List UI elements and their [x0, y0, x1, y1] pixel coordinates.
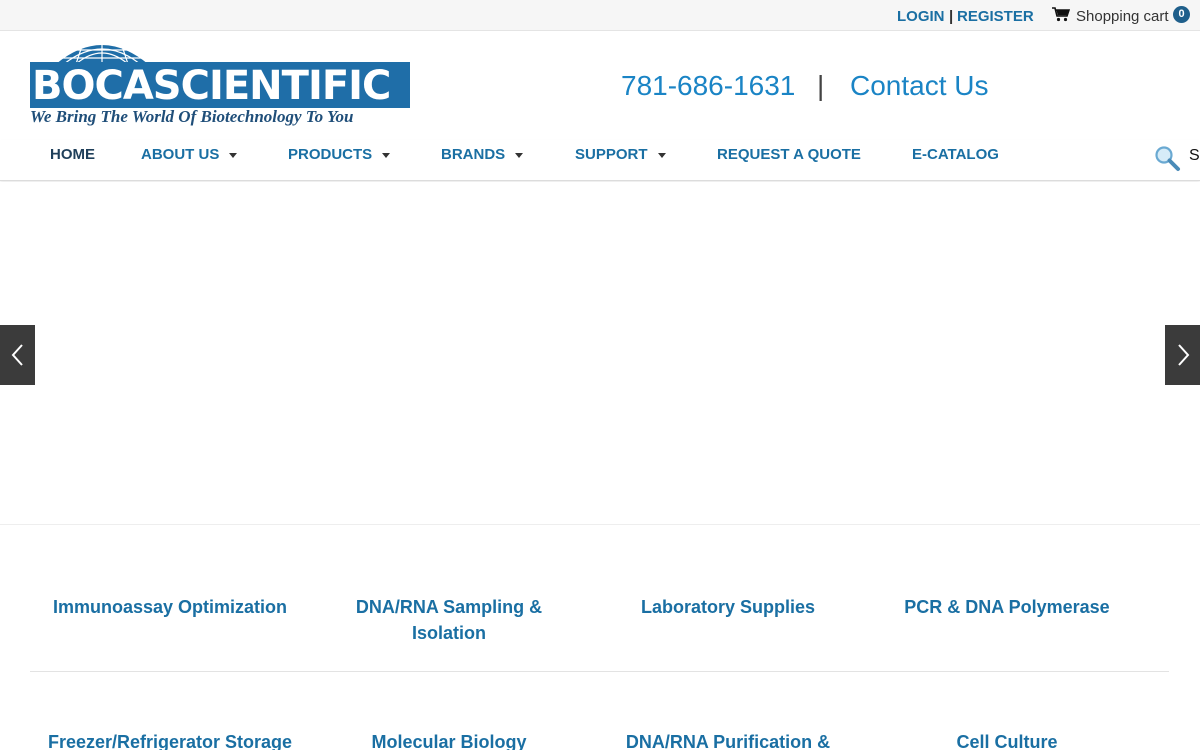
- nav-item-support[interactable]: SUPPORT: [575, 146, 666, 163]
- caret-down-icon: [515, 152, 524, 158]
- nav-item-label: BRANDS: [441, 146, 506, 163]
- slider-prev-button[interactable]: [0, 325, 35, 385]
- contact-us-link[interactable]: Contact Us: [850, 70, 989, 102]
- category-freezer-refrigerator-storage[interactable]: Freezer/Refrigerator Storage: [40, 729, 300, 750]
- nav-item-label: REQUEST A QUOTE: [717, 146, 861, 163]
- shopping-cart-link[interactable]: Shopping cart: [1076, 8, 1169, 25]
- slider-next-button[interactable]: [1165, 325, 1200, 385]
- category-row-divider: [30, 671, 1169, 672]
- top-utility-bar: LOGIN | REGISTER Shopping cart 0: [0, 0, 1200, 31]
- caret-down-icon: [382, 152, 391, 158]
- site-logo[interactable]: BOCASCIENTIFIC We Bring The World Of Bio…: [30, 36, 410, 126]
- magnifier-icon[interactable]: [1153, 144, 1181, 172]
- login-register-separator: |: [949, 8, 954, 25]
- nav-item-label: SUPPORT: [575, 146, 648, 163]
- category-laboratory-supplies[interactable]: Laboratory Supplies: [598, 594, 858, 620]
- register-link[interactable]: REGISTER: [957, 8, 1034, 25]
- category-molecular-biology[interactable]: Molecular Biology: [319, 729, 579, 750]
- logo-tagline: We Bring The World Of Biotechnology To Y…: [30, 107, 354, 126]
- category-immunoassay-optimization[interactable]: Immunoassay Optimization: [40, 594, 300, 620]
- nav-item-label: ABOUT US: [141, 146, 220, 163]
- nav-item-label: E-CATALOG: [912, 146, 999, 163]
- chevron-left-icon: [11, 344, 23, 366]
- nav-item-brands[interactable]: BRANDS: [441, 146, 524, 163]
- shopping-cart-icon[interactable]: [1052, 7, 1070, 22]
- cart-count-badge: 0: [1173, 6, 1190, 23]
- nav-item-label: HOME: [50, 146, 95, 163]
- caret-down-icon: [657, 152, 666, 158]
- category-dna-rna-sampling-isolation[interactable]: DNA/RNA Sampling & Isolation: [319, 594, 579, 646]
- login-link[interactable]: LOGIN: [897, 8, 945, 25]
- search-label[interactable]: S: [1189, 147, 1200, 165]
- hero-slider: [0, 182, 1200, 525]
- globe-grid-icon: [56, 36, 148, 64]
- header-separator: |: [817, 70, 825, 101]
- nav-item-request-a-quote[interactable]: REQUEST A QUOTE: [717, 146, 861, 163]
- logo-wordmark-text: BOCASCIENTIFIC: [32, 63, 391, 109]
- category-cell-culture[interactable]: Cell Culture: [877, 729, 1137, 750]
- nav-item-home[interactable]: HOME: [50, 146, 95, 163]
- chevron-right-icon: [1178, 344, 1190, 366]
- category-pcr-dna-polymerase[interactable]: PCR & DNA Polymerase: [877, 594, 1137, 620]
- nav-item-products[interactable]: PRODUCTS: [288, 146, 391, 163]
- category-dna-rna-purification[interactable]: DNA/RNA Purification &: [598, 729, 858, 750]
- logo-wordmark: BOCASCIENTIFIC: [30, 62, 410, 109]
- nav-item-e-catalog[interactable]: E-CATALOG: [912, 146, 999, 163]
- nav-item-label: PRODUCTS: [288, 146, 373, 163]
- phone-number-link[interactable]: 781-686-1631: [621, 70, 795, 102]
- main-navigation: HOME ABOUT US PRODUCTS BRANDS SUPPORT RE…: [0, 140, 1200, 181]
- nav-item-about-us[interactable]: ABOUT US: [141, 146, 238, 163]
- caret-down-icon: [229, 152, 238, 158]
